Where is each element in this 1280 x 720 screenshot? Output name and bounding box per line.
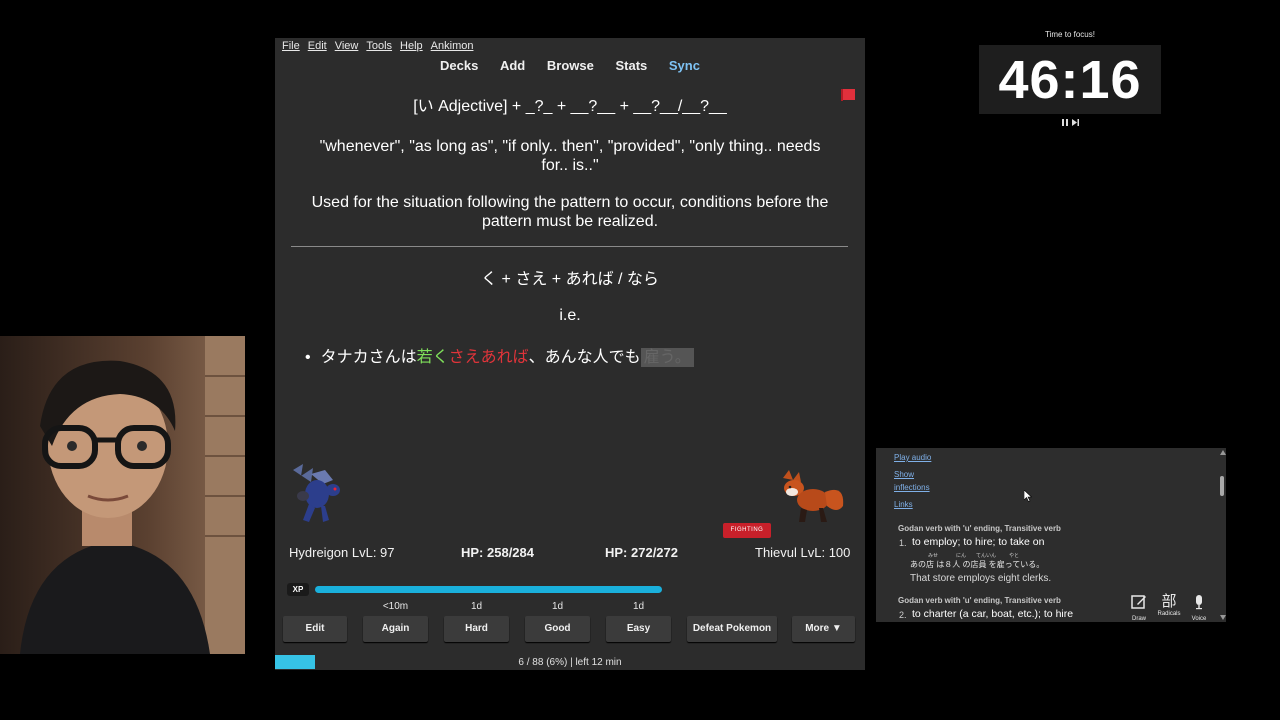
- interval-hard: 1d: [470, 601, 483, 612]
- enemy-pokemon-label: Thievul LvL: 100: [755, 545, 851, 560]
- timer-box: 46:16: [979, 45, 1161, 114]
- player-hp: HP: 258/284: [461, 545, 534, 560]
- interval-easy: 1d: [632, 601, 645, 612]
- player-pokemon-label: Hydreigon LvL: 97: [289, 545, 395, 560]
- edit-button[interactable]: Edit: [283, 616, 347, 642]
- menu-ankimon[interactable]: Ankimon: [427, 38, 478, 54]
- example-sentence-en: That store employs eight clerks.: [910, 573, 1052, 584]
- main-toolbar: Decks Add Browse Stats Sync: [275, 58, 865, 73]
- enemy-hp: HP: 272/272: [605, 545, 678, 560]
- card-pattern: [い Adjective] + _?_ + __?__ + __?__/__?_…: [413, 98, 727, 115]
- scroll-down-icon[interactable]: [1220, 615, 1226, 620]
- part-of-speech: Godan verb with 'u' ending, Transitive v…: [898, 524, 1061, 533]
- card-meanings: "whenever", "as long as", "if only.. the…: [319, 138, 821, 174]
- dictionary-panel: Play audio Show inflections Links Godan …: [876, 448, 1226, 622]
- example-part: 、あんな人でも: [528, 349, 641, 366]
- example-part: タナカさんは: [320, 349, 417, 366]
- toolbar-browse[interactable]: Browse: [547, 58, 594, 73]
- example-sentence-jp: あの店 は８人 の店員 を雇っている。: [910, 560, 1045, 569]
- dictionary-scrollbar[interactable]: [1219, 448, 1226, 622]
- example-highlight-sae: さえあれば: [448, 349, 529, 366]
- type-badge: FIGHTING: [723, 523, 771, 538]
- links-link[interactable]: Links: [894, 500, 913, 509]
- card-ie-label: i.e.: [559, 307, 581, 324]
- card-formation: く + さえ + あれば / なら: [481, 271, 659, 288]
- bullet-icon: •: [305, 349, 311, 366]
- example-highlight-adjective: 若く: [416, 349, 449, 366]
- toolbar-add[interactable]: Add: [500, 58, 525, 73]
- pause-skip-icon[interactable]: [1061, 118, 1081, 127]
- show-inflections-link-line2[interactable]: inflections: [894, 483, 930, 492]
- toolbar-stats[interactable]: Stats: [615, 58, 647, 73]
- toolbar-sync[interactable]: Sync: [669, 58, 700, 73]
- timer-time: 46:16: [998, 50, 1142, 110]
- voice-tool[interactable]: Voice: [1184, 594, 1214, 622]
- progress-text: 6 / 88 (6%) | left 12 min: [518, 657, 622, 668]
- furigana: にん: [956, 553, 967, 559]
- furigana: やと: [1009, 553, 1020, 559]
- definition-text: to employ; to hire; to take on: [912, 536, 1045, 548]
- menu-help[interactable]: Help: [396, 38, 427, 54]
- menu-edit[interactable]: Edit: [304, 38, 331, 54]
- draw-icon: [1131, 595, 1146, 609]
- menu-view[interactable]: View: [331, 38, 363, 54]
- timer-title: Time to focus!: [1045, 30, 1095, 39]
- microphone-icon: [1196, 595, 1202, 610]
- hard-button[interactable]: Hard: [444, 616, 509, 642]
- thievul-sprite-icon: [783, 470, 844, 522]
- example-hidden-word[interactable]: 雇う。: [640, 348, 694, 367]
- anki-window: File Edit View Tools Help Ankimon Decks Add B…: [275, 38, 865, 670]
- show-inflections-link[interactable]: Show: [894, 470, 914, 479]
- easy-button[interactable]: Easy: [606, 616, 671, 642]
- radicals-icon: 部: [1161, 593, 1177, 610]
- radicals-label: Radicals: [1157, 611, 1181, 617]
- xp-bar: [315, 586, 662, 593]
- again-button[interactable]: Again: [363, 616, 428, 642]
- dictionary-scroll-thumb[interactable]: [1220, 476, 1224, 496]
- definition-number: 1.: [899, 538, 907, 548]
- furigana: てんいん: [976, 553, 997, 559]
- play-audio-link[interactable]: Play audio: [894, 453, 931, 462]
- scroll-up-icon[interactable]: [1220, 450, 1226, 455]
- card-usage: Used for the situation following the pat…: [311, 194, 829, 230]
- interval-again: <10m: [382, 601, 409, 612]
- definition-number: 2.: [899, 610, 907, 620]
- good-button[interactable]: Good: [525, 616, 590, 642]
- card-example: • タナカさんは若くさえあれば、あんな人でも 雇う。: [305, 343, 694, 367]
- webcam-feed: [0, 336, 245, 654]
- xp-label: XP: [287, 583, 309, 596]
- draw-tool[interactable]: Draw: [1124, 594, 1154, 622]
- draw-label: Draw: [1131, 616, 1146, 622]
- interval-good: 1d: [551, 601, 564, 612]
- hydreigon-sprite-icon: [293, 464, 340, 522]
- mouse-cursor-icon: [1024, 490, 1032, 502]
- toolbar-decks[interactable]: Decks: [440, 58, 478, 73]
- card-divider: [291, 246, 848, 247]
- part-of-speech: Godan verb with 'u' ending, Transitive v…: [898, 596, 1061, 605]
- defeat-pokemon-button[interactable]: Defeat Pokemon: [687, 616, 777, 642]
- menu-bar: File Edit View Tools Help Ankimon: [275, 38, 865, 55]
- menu-file[interactable]: File: [278, 38, 304, 54]
- furigana: みせ: [928, 553, 939, 559]
- radicals-tool[interactable]: 部 Radicals: [1154, 593, 1184, 618]
- menu-tools[interactable]: Tools: [362, 38, 396, 54]
- more-button[interactable]: More ▼: [792, 616, 855, 642]
- definition-text: to charter (a car, boat, etc.); to hire: [912, 608, 1074, 620]
- voice-label: Voice: [1191, 616, 1207, 622]
